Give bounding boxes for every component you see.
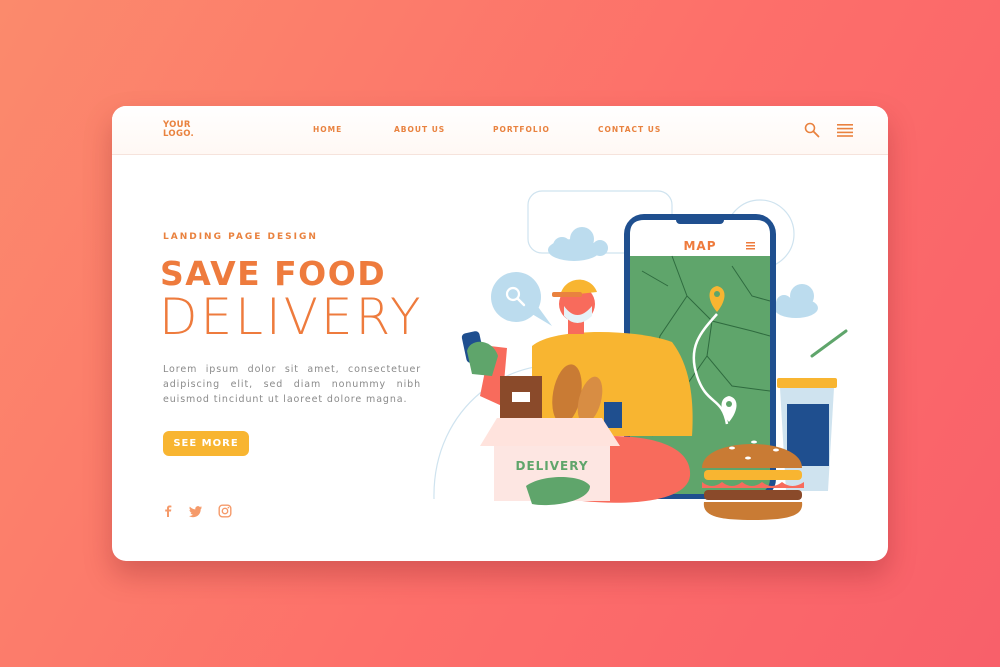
facebook-icon[interactable] bbox=[161, 504, 175, 518]
box-label: DELIVERY bbox=[515, 459, 588, 473]
landing-page-card: YOUR LOGO. HOME ABOUT US PORTFOLIO CONTA… bbox=[112, 106, 888, 561]
twitter-icon[interactable] bbox=[189, 504, 203, 518]
phone-map-title: MAP bbox=[683, 239, 716, 253]
cloud-left bbox=[548, 227, 608, 261]
hero-title-line-2: DELIVERY bbox=[159, 288, 424, 346]
search-bubble-icon bbox=[491, 272, 552, 326]
phone-menu-icon bbox=[746, 242, 755, 250]
instagram-icon[interactable] bbox=[218, 504, 232, 518]
hero-description: Lorem ipsum dolor sit amet, consectetuer… bbox=[163, 363, 421, 405]
see-more-button[interactable]: SEE MORE bbox=[163, 431, 249, 456]
eyebrow-label: LANDING PAGE DESIGN bbox=[163, 232, 318, 242]
phone-notch bbox=[676, 216, 724, 224]
cloud-right bbox=[774, 284, 818, 318]
